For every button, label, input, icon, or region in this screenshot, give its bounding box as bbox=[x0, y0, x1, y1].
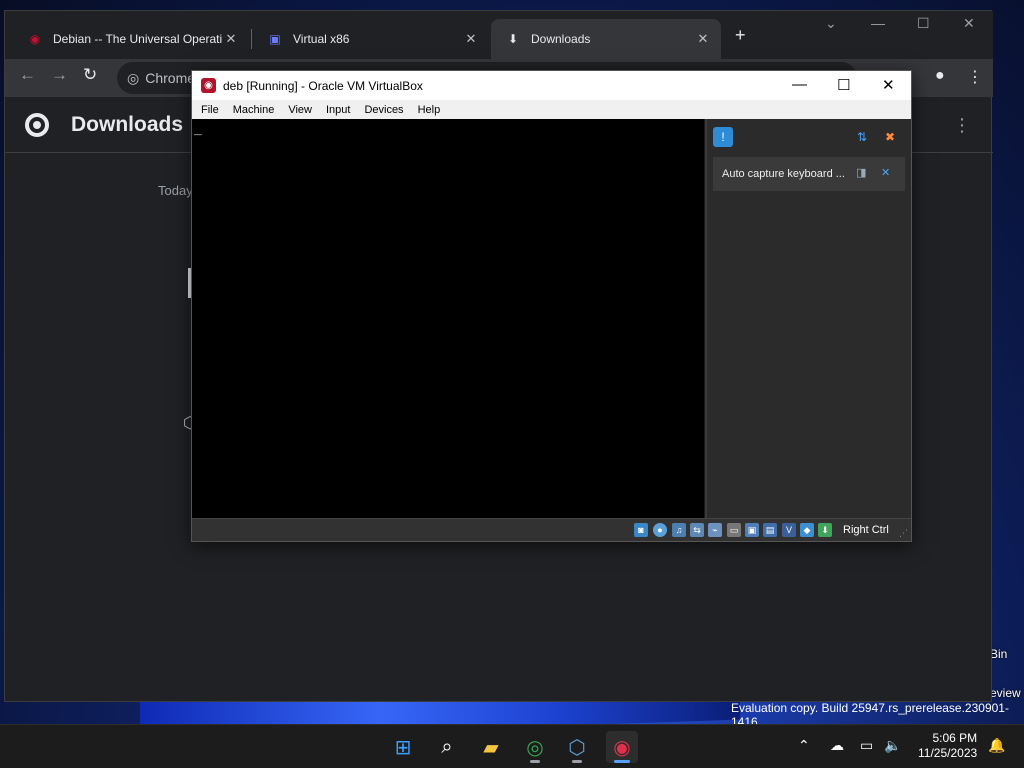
more-menu-icon[interactable]: ⋮ bbox=[953, 115, 971, 136]
recycle-bin-label[interactable]: Bin bbox=[990, 647, 1007, 661]
clear-notifications-icon[interactable]: ✖ bbox=[880, 127, 900, 147]
notification-item[interactable]: Auto capture keyboard ... ◨ ✕ bbox=[713, 157, 905, 191]
back-icon[interactable]: ← bbox=[19, 65, 36, 85]
tab-label: Debian -- The Universal Operati bbox=[53, 32, 223, 46]
running-indicator bbox=[572, 760, 582, 763]
taskbar: ⊞ ⌕ ▰ ◎ ⬡ ◉ ⌃ ☁ ▭ 🔈 5:06 PM 11/25/2023 🔔 bbox=[0, 724, 1024, 768]
minimize-icon[interactable]: — bbox=[871, 15, 885, 31]
chrome-taskbar-icon[interactable]: ◎ bbox=[519, 731, 551, 763]
start-icon[interactable]: ⊞ bbox=[387, 731, 419, 763]
tab-separator bbox=[251, 29, 252, 49]
close-window-icon[interactable]: ✕ bbox=[882, 76, 895, 94]
chevron-up-icon[interactable]: ⌃ bbox=[798, 737, 810, 754]
menu-view[interactable]: View bbox=[288, 104, 312, 116]
clock-date: 11/25/2023 bbox=[918, 746, 978, 760]
cpu-icon[interactable]: V bbox=[782, 523, 796, 537]
virtual-x86-icon: ▣ bbox=[269, 32, 281, 46]
system-clock[interactable]: 5:06 PM 11/25/2023 bbox=[918, 731, 977, 761]
usb-icon[interactable]: ⌁ bbox=[708, 523, 722, 537]
active-indicator bbox=[614, 760, 630, 763]
menu-devices[interactable]: Devices bbox=[364, 104, 403, 116]
forward-icon[interactable]: → bbox=[51, 65, 68, 85]
display-icon[interactable]: ▣ bbox=[745, 523, 759, 537]
date-section-today: Today bbox=[158, 183, 193, 198]
debian-vm-taskbar-icon[interactable]: ◉ bbox=[606, 731, 638, 763]
tab-debian[interactable]: ◉ Debian -- The Universal Operati ✕ bbox=[13, 19, 249, 59]
console-cursor: _ bbox=[194, 121, 202, 136]
close-icon[interactable]: ✕ bbox=[695, 31, 711, 47]
close-window-icon[interactable]: ✕ bbox=[963, 15, 975, 32]
hard-disk-icon[interactable]: ◙ bbox=[634, 523, 648, 537]
menu-help[interactable]: Help bbox=[418, 104, 441, 116]
vbox-status-bar: ◙ ● ♫ ⇆ ⌁ ▭ ▣ ▤ V ◆ ⬇ Right Ctrl ⋰ bbox=[192, 518, 911, 541]
notification-center: ! ⇅ ✖ Auto capture keyboard ... ◨ ✕ bbox=[705, 119, 911, 518]
mouse-integration-icon[interactable]: ◆ bbox=[800, 523, 814, 537]
reload-icon[interactable]: ↻ bbox=[83, 65, 97, 85]
close-icon[interactable]: ✕ bbox=[881, 166, 890, 179]
download-icon: ⬇ bbox=[507, 32, 519, 46]
tab-strip: ◉ Debian -- The Universal Operati ✕ ▣ Vi… bbox=[5, 11, 993, 59]
vm-display[interactable]: _ bbox=[192, 119, 704, 518]
search-icon[interactable]: ⌕ bbox=[431, 731, 463, 763]
keyboard-capture-icon[interactable]: ⬇ bbox=[818, 523, 832, 537]
vbox-title-bar[interactable]: ◉ deb [Running] - Oracle VM VirtualBox —… bbox=[192, 71, 911, 100]
message-icon[interactable]: ! bbox=[713, 127, 733, 147]
optical-drive-icon[interactable]: ● bbox=[653, 523, 667, 537]
sort-icon[interactable]: ⇅ bbox=[852, 127, 872, 147]
cloud-offline-icon[interactable]: ☁ bbox=[830, 737, 844, 754]
close-icon[interactable]: ✕ bbox=[223, 31, 239, 47]
notification-text: Auto capture keyboard ... bbox=[722, 168, 845, 180]
notification-bell-icon[interactable]: 🔔 bbox=[988, 737, 1005, 754]
maximize-icon[interactable]: ☐ bbox=[917, 15, 930, 32]
preview-label: eview bbox=[990, 686, 1021, 700]
tab-label: Virtual x86 bbox=[293, 32, 350, 46]
file-explorer-icon[interactable]: ▰ bbox=[475, 731, 507, 763]
menu-input[interactable]: Input bbox=[326, 104, 350, 116]
menu-machine[interactable]: Machine bbox=[233, 104, 275, 116]
resize-grip-icon[interactable]: ⋰ bbox=[899, 528, 908, 539]
tab-downloads[interactable]: ⬇ Downloads ✕ bbox=[491, 19, 721, 59]
chrome-logo-icon: ◎ bbox=[127, 69, 140, 86]
menu-file[interactable]: File bbox=[201, 104, 219, 116]
new-tab-icon[interactable]: + bbox=[735, 25, 746, 46]
network-icon[interactable]: ▭ bbox=[860, 737, 873, 754]
host-key-label: Right Ctrl bbox=[843, 524, 889, 536]
tab-label: Downloads bbox=[531, 32, 591, 46]
audio-icon[interactable]: ♫ bbox=[672, 523, 686, 537]
clock-time: 5:06 PM bbox=[932, 731, 978, 745]
window-title: deb [Running] - Oracle VM VirtualBox bbox=[223, 79, 423, 93]
page-title: Downloads bbox=[71, 113, 184, 136]
tab-search-icon[interactable]: ⌄ bbox=[825, 15, 837, 32]
chrome-logo-icon bbox=[25, 113, 49, 137]
network-icon[interactable]: ⇆ bbox=[690, 523, 704, 537]
omnibox-site-label: Chrome bbox=[145, 70, 196, 86]
toggle-icon[interactable]: ◨ bbox=[856, 166, 866, 179]
close-icon[interactable]: ✕ bbox=[463, 31, 479, 47]
vbox-menu-bar: File Machine View Input Devices Help bbox=[192, 100, 911, 119]
recording-icon[interactable]: ▤ bbox=[763, 523, 777, 537]
debian-swirl-icon: ◉ bbox=[201, 78, 216, 93]
tab-virtual-x86[interactable]: ▣ Virtual x86 ✕ bbox=[253, 19, 489, 59]
profile-icon[interactable]: ● bbox=[935, 67, 945, 85]
more-menu-icon[interactable]: ⋮ bbox=[967, 67, 983, 87]
maximize-icon[interactable]: ☐ bbox=[837, 76, 850, 94]
volume-icon[interactable]: 🔈 bbox=[884, 737, 901, 754]
virtualbox-window: ◉ deb [Running] - Oracle VM VirtualBox —… bbox=[191, 70, 912, 542]
minimize-icon[interactable]: — bbox=[792, 76, 807, 93]
debian-swirl-icon: ◉ bbox=[29, 32, 41, 46]
running-indicator bbox=[530, 760, 540, 763]
virtualbox-taskbar-icon[interactable]: ⬡ bbox=[561, 731, 593, 763]
shared-folders-icon[interactable]: ▭ bbox=[727, 523, 741, 537]
